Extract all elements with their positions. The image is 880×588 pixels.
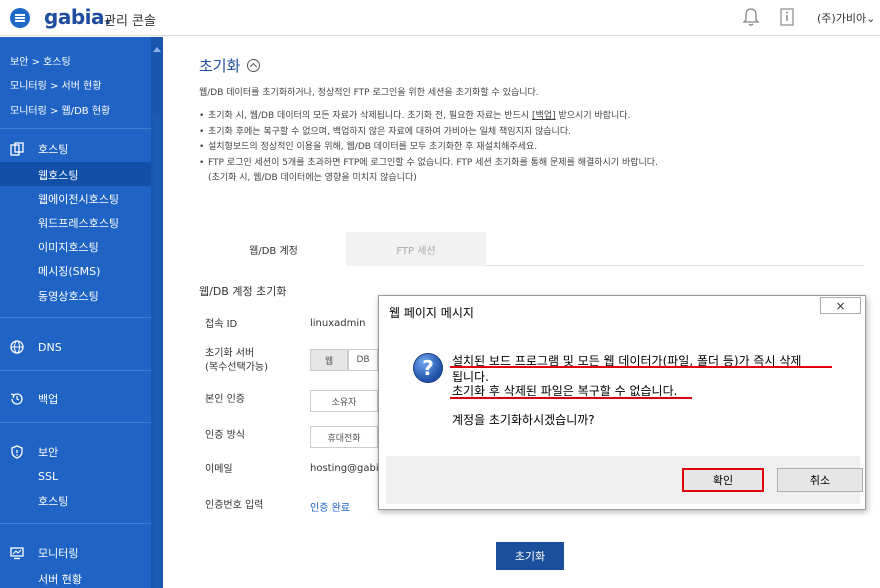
sidebar-item-video-hosting[interactable]: 동영상호스팅 <box>38 288 99 304</box>
globe-icon <box>10 340 24 354</box>
note-item: 초기화 후에는 복구할 수 없으며, 백업하지 않은 자료에 대하여 가비아는 … <box>199 125 658 141</box>
sidebar-divider <box>0 523 151 524</box>
sidebar-section-hosting[interactable]: 호스팅 <box>10 141 68 157</box>
console-title: 관리 콘솔 <box>104 14 156 29</box>
reset-button[interactable]: 초기화 <box>496 542 564 570</box>
note-item: 초기화 시, 웹/DB 데이터의 모든 자료가 삭제됩니다. 초기화 전, 필요… <box>199 109 658 125</box>
shield-icon <box>11 445 23 459</box>
notes-list: 초기화 시, 웹/DB 데이터의 모든 자료가 삭제됩니다. 초기화 전, 필요… <box>199 109 658 187</box>
confirm-dialog: 웹 페이지 메시지 × ? 설치된 보드 프로그램 및 모든 웹 데이터가(파일… <box>378 295 866 510</box>
sidebar-item-monitoring-webdb[interactable]: 모니터링 > 웹/DB 현황 <box>10 102 110 117</box>
server-label: 초기화 서버 (복수선택가능) <box>205 348 269 373</box>
sidebar-divider <box>0 317 151 318</box>
red-underline <box>450 366 832 368</box>
sidebar-item-security-hosting[interactable]: 보안 > 호스팅 <box>10 53 71 68</box>
page-title-text: 초기화 <box>199 57 241 75</box>
sidebar-item-web-hosting[interactable]: 웹호스팅 <box>38 167 78 183</box>
dialog-title: 웹 페이지 메시지 <box>389 306 474 320</box>
sidebar-divider <box>0 370 151 371</box>
backup-icon <box>10 393 23 405</box>
sidebar-item-image-hosting[interactable]: 이미지호스팅 <box>38 239 99 255</box>
sidebar-item-monitoring-server[interactable]: 모니터링 > 서버 현황 <box>10 77 102 92</box>
sidebar-item-server-status[interactable]: 서버 현황 <box>38 571 82 587</box>
cancel-button[interactable]: 취소 <box>777 468 863 492</box>
method-option-phone[interactable]: 휴대전화 <box>310 426 378 448</box>
method-label: 인증 방식 <box>205 430 245 441</box>
menu-icon[interactable] <box>10 8 30 28</box>
tab-ftp-session[interactable]: FTP 세션 <box>346 232 486 266</box>
page-title: 초기화 <box>199 55 261 76</box>
tab-webdb-account[interactable]: 웹/DB 계정 <box>201 232 346 266</box>
sidebar-section-dns[interactable]: DNS <box>10 340 62 354</box>
sidebar-item-ssl[interactable]: SSL <box>38 470 58 483</box>
monitor-icon <box>10 547 24 560</box>
note-item: 설치형보드의 정상적인 이용을 위해, 웹/DB 데이터를 모두 초기화한 후 … <box>199 140 658 156</box>
email-value: hosting@gabia <box>310 463 385 474</box>
sidebar-item-wordpress-hosting[interactable]: 워드프레스호스팅 <box>38 215 119 231</box>
chevron-up-icon[interactable] <box>247 59 261 72</box>
sidebar-item-agency-hosting[interactable]: 웹에이전시호스팅 <box>38 191 119 207</box>
sidebar: 보안 > 호스팅 모니터링 > 서버 현황 모니터링 > 웹/DB 현황 호스팅… <box>0 37 163 588</box>
dialog-question: 계정을 초기화하시겠습니까? <box>452 413 595 427</box>
sidebar-section-label: DNS <box>38 340 62 354</box>
sidebar-section-backup[interactable]: 백업 <box>10 391 58 407</box>
note-item: FTP 로그인 세션이 5개를 초과하면 FTP에 로그인할 수 없습니다. F… <box>199 156 658 172</box>
email-label: 이메일 <box>205 464 233 475</box>
sidebar-section-monitoring[interactable]: 모니터링 <box>10 545 78 561</box>
page-description: 웹/DB 데이터를 초기화하거나, 정상적인 FTP 로그인을 위한 세션을 초… <box>199 88 539 98</box>
code-label: 인증번호 입력 <box>205 500 264 511</box>
top-bar: gabia. 관리 콘솔 (주)가비아⌄ <box>0 0 880 36</box>
auth-label: 본인 인증 <box>205 394 245 405</box>
backup-link[interactable]: [백업] <box>532 111 556 121</box>
note-item: (초기화 시, 웹/DB 데이터에는 영향을 미치지 않습니다) <box>208 173 417 183</box>
auth-complete-link[interactable]: 인증 완료 <box>310 499 350 514</box>
hosting-icon <box>10 142 24 156</box>
dialog-footer: 확인 취소 <box>386 456 863 504</box>
sidebar-item-sms[interactable]: 메시징(SMS) <box>38 263 100 279</box>
tabs: 웹/DB 계정 FTP 세션 <box>201 232 864 266</box>
scroll-up-arrow-icon[interactable] <box>153 47 161 52</box>
dialog-body: ? 설치된 보드 프로그램 및 모든 웹 데이터가(파일, 폴더 등)가 즉시 … <box>386 324 860 456</box>
server-option-db[interactable]: DB <box>348 349 378 371</box>
section-title: 웹/DB 계정 초기화 <box>199 285 287 298</box>
server-option-web[interactable]: 웹 <box>310 349 348 371</box>
sidebar-item-security-hosting-sub[interactable]: 호스팅 <box>38 493 68 509</box>
sidebar-section-label: 보안 <box>38 446 59 459</box>
id-label: 접속 ID <box>205 319 238 330</box>
question-icon: ? <box>413 353 443 383</box>
company-menu[interactable]: (주)가비아⌄ <box>817 10 875 26</box>
bell-icon[interactable] <box>742 7 760 27</box>
sidebar-divider <box>0 422 151 423</box>
close-icon[interactable]: × <box>820 297 861 314</box>
sidebar-section-label: 백업 <box>38 393 59 406</box>
logo[interactable]: gabia. <box>44 5 112 29</box>
auth-option-owner[interactable]: 소유자 <box>310 390 378 412</box>
red-underline <box>450 397 692 399</box>
sidebar-section-label: 모니터링 <box>38 547 79 560</box>
ok-button[interactable]: 확인 <box>682 468 764 492</box>
sidebar-divider <box>0 128 151 129</box>
sidebar-section-label: 호스팅 <box>38 143 69 156</box>
sidebar-section-security[interactable]: 보안 <box>10 444 58 460</box>
info-icon[interactable] <box>779 8 795 26</box>
sidebar-scroll-thumb[interactable] <box>153 115 161 588</box>
id-value: linuxadmin <box>310 318 366 329</box>
